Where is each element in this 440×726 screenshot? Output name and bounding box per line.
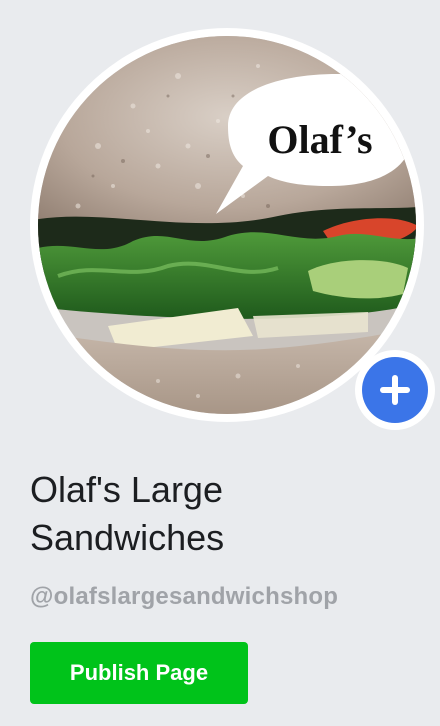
profile-picture-frame: Olaf’s [30, 28, 435, 430]
sandwich-photo: Olaf’s [38, 36, 416, 414]
add-photo-circle [362, 357, 428, 423]
page-profile-card: Olaf’s Olaf's Large Sandwiches @olafslar… [8, 6, 435, 722]
speech-bubble-text: Olaf’s [267, 117, 372, 162]
add-profile-photo-button[interactable] [355, 350, 435, 430]
profile-picture[interactable]: Olaf’s [38, 36, 416, 414]
plus-icon [380, 375, 410, 405]
publish-page-button[interactable]: Publish Page [30, 642, 248, 704]
page-name: Olaf's Large Sandwiches [30, 469, 225, 558]
page-username: @olafslargesandwichshop [30, 583, 339, 610]
